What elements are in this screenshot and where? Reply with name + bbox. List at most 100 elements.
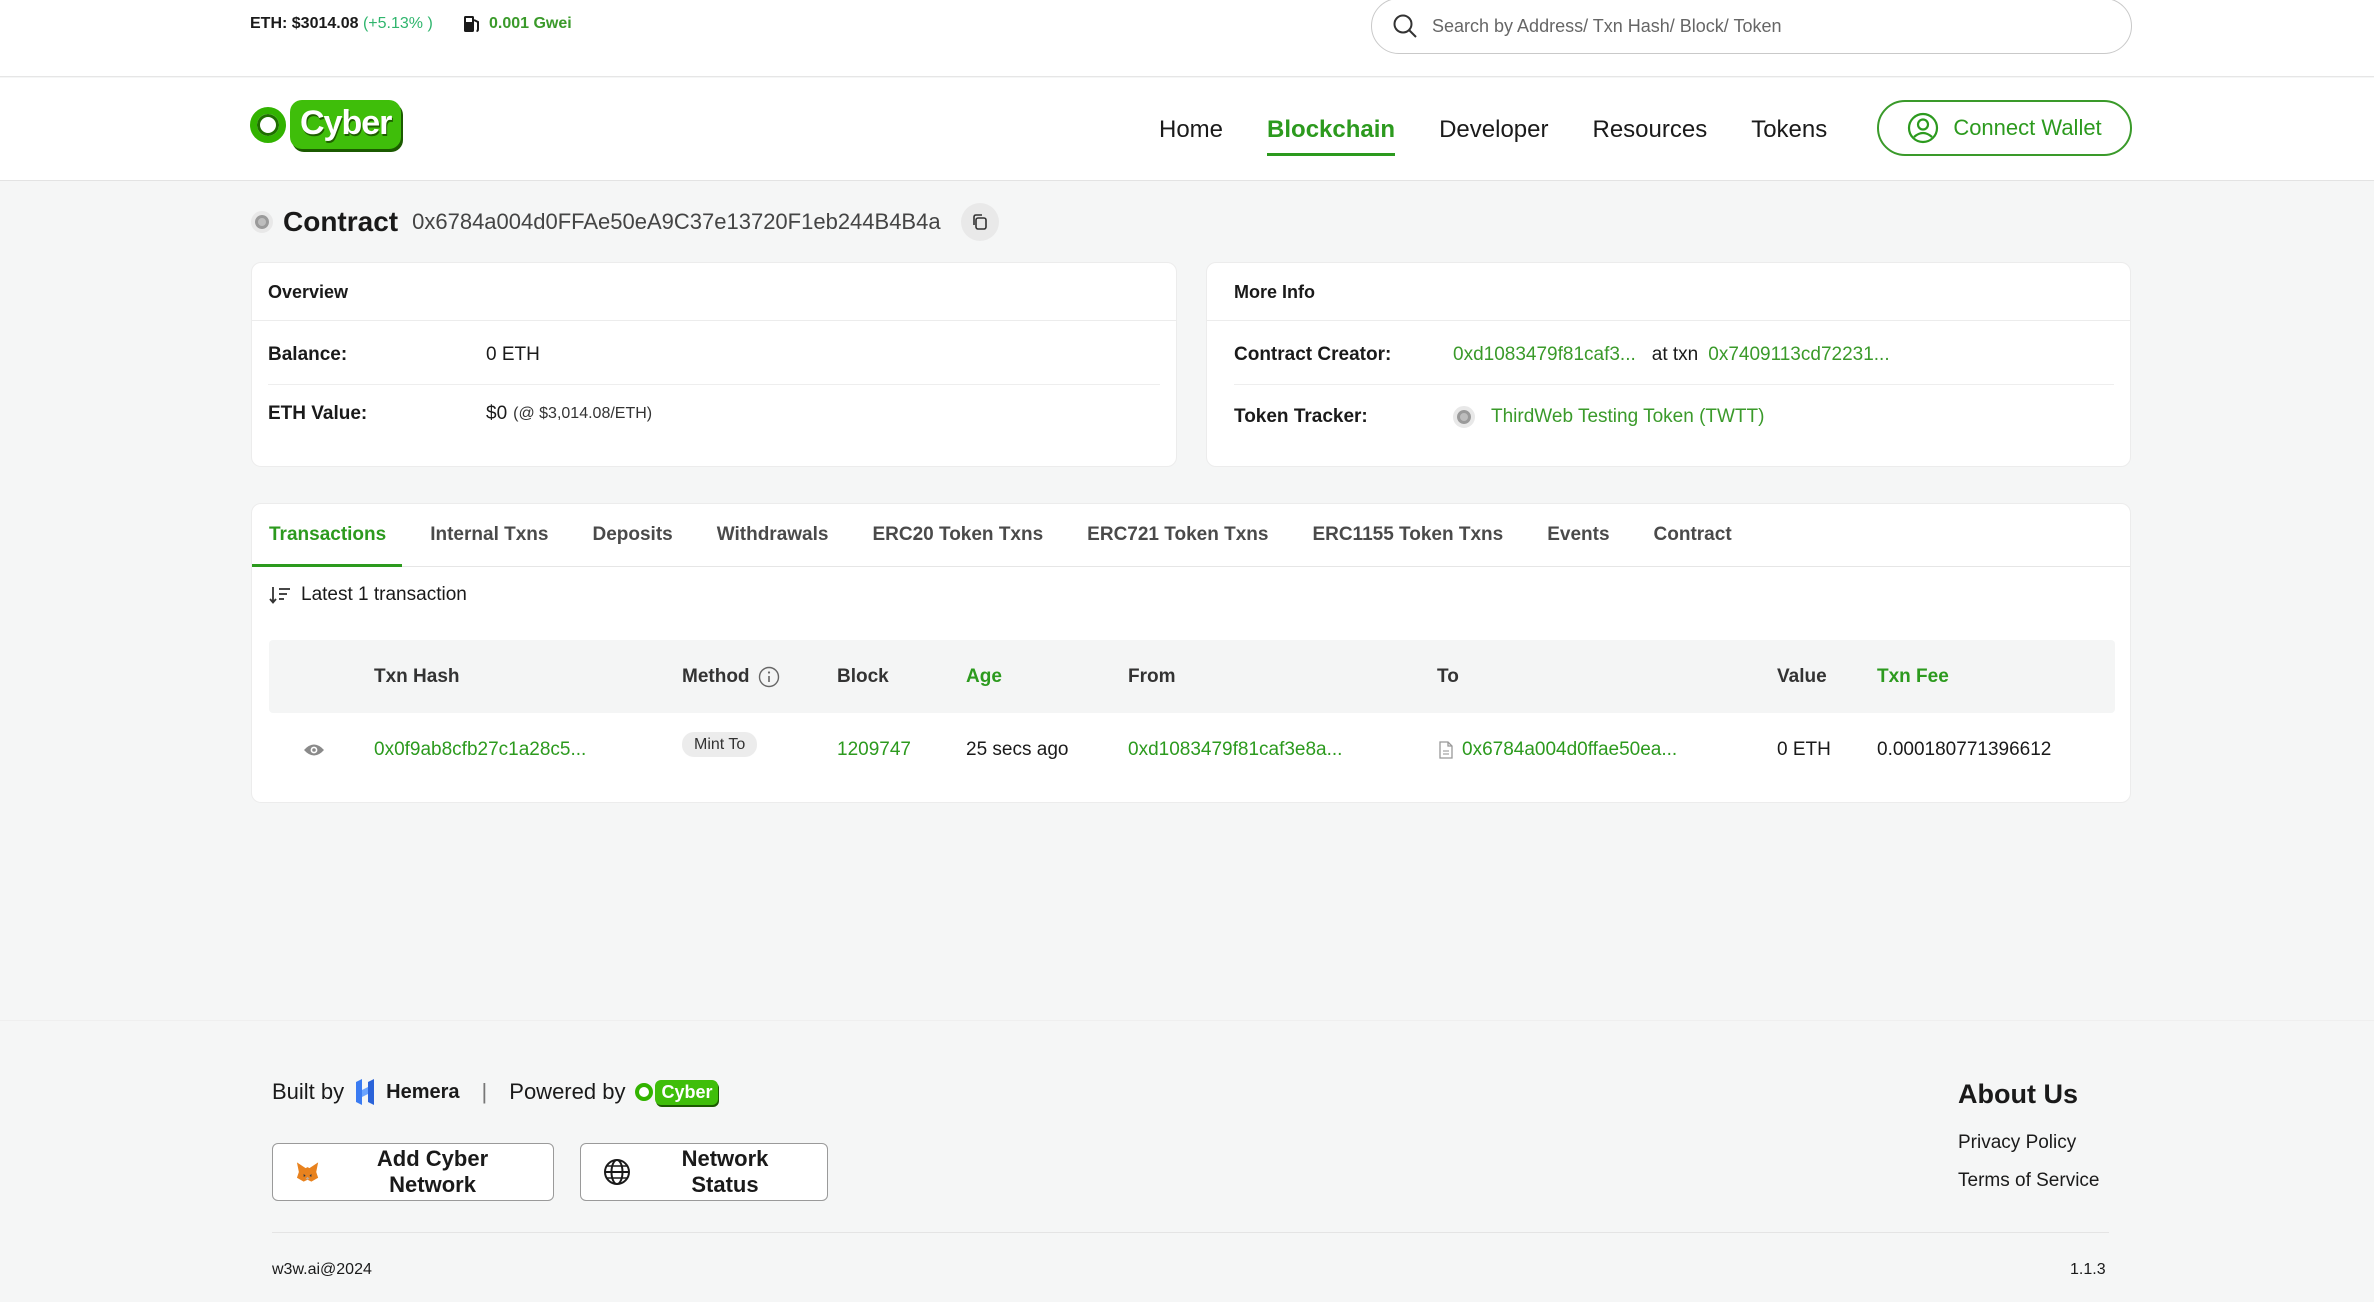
copy-address-button[interactable] xyxy=(960,203,999,241)
method-badge: Mint To xyxy=(682,732,758,757)
col-value: Value xyxy=(1777,666,1827,687)
sort-icon xyxy=(269,587,290,604)
add-cyber-network-button[interactable]: Add Cyber Network xyxy=(272,1143,554,1201)
version: 1.1.3 xyxy=(2070,1261,2106,1278)
eth-value: $0 xyxy=(486,402,508,424)
gas-value: 0.001 Gwei xyxy=(489,15,572,32)
metamask-fox-icon xyxy=(296,1162,319,1182)
footer-divider xyxy=(272,1232,2109,1233)
tab-erc20-token-txns[interactable]: ERC20 Token Txns xyxy=(872,524,1043,566)
tab-bar: Transactions Internal Txns Deposits With… xyxy=(251,504,2130,567)
table-header: Txn Hash Method Block Age From To Value … xyxy=(269,640,2115,713)
search-bar[interactable] xyxy=(1371,0,2132,54)
hemera-label[interactable]: Hemera xyxy=(386,1081,459,1104)
col-from: From xyxy=(1128,666,1176,687)
nav-resources[interactable]: Resources xyxy=(1592,110,1707,150)
col-txn-hash: Txn Hash xyxy=(374,666,460,687)
tab-contract[interactable]: Contract xyxy=(1654,524,1732,566)
connect-wallet-label: Connect Wallet xyxy=(1953,115,2102,140)
about-us-title: About Us xyxy=(1958,1079,2078,1109)
eth-price-change: (+5.13% ) xyxy=(362,15,433,32)
nav-tokens[interactable]: Tokens xyxy=(1751,110,1827,150)
col-block: Block xyxy=(837,666,889,687)
tab-erc721-token-txns[interactable]: ERC721 Token Txns xyxy=(1087,524,1268,566)
privacy-policy-link[interactable]: Privacy Policy xyxy=(1958,1132,2099,1154)
terms-of-service-link[interactable]: Terms of Service xyxy=(1958,1170,2099,1192)
tab-deposits[interactable]: Deposits xyxy=(592,524,672,566)
copy-icon xyxy=(972,214,987,230)
connect-wallet-button[interactable]: Connect Wallet xyxy=(1877,100,2132,156)
gas-price: 0.001 Gwei xyxy=(463,14,572,34)
nav-developer[interactable]: Developer xyxy=(1439,110,1548,150)
nav-blockchain[interactable]: Blockchain xyxy=(1267,110,1396,156)
from-address-link[interactable]: 0xd1083479f81caf3e8a... xyxy=(1128,739,1342,761)
contract-label: Contract xyxy=(283,206,399,237)
value-cell: 0 ETH xyxy=(1777,739,1831,760)
search-icon xyxy=(1393,14,1417,38)
main-nav: Cyber Home Blockchain Developer Resource… xyxy=(0,78,2374,181)
token-tracker-link[interactable]: ThirdWeb Testing Token (TWTT) xyxy=(1491,406,1764,428)
nav-links: Home Blockchain Developer Resources Toke… xyxy=(1159,78,1871,181)
txn-fee-cell: 0.000180771396612 xyxy=(1877,739,2052,760)
creator-txn-link[interactable]: 0x7409113cd72231... xyxy=(1708,344,1889,366)
powered-by-cyber-logo[interactable]: Cyber xyxy=(635,1079,719,1105)
overview-title: Overview xyxy=(252,263,1176,321)
token-tracker-label: Token Tracker: xyxy=(1234,406,1368,427)
balance-row: Balance: 0 ETH xyxy=(268,326,1160,384)
token-tracker-row: Token Tracker: ThirdWeb Testing Token (T… xyxy=(1234,384,2114,449)
built-by: Built by Hemera | Powered by Cyber xyxy=(272,1078,719,1106)
eth-price-value: ETH: $3014.08 xyxy=(250,15,359,32)
network-status-button[interactable]: Network Status xyxy=(580,1143,828,1201)
latest-label: Latest 1 transaction xyxy=(301,584,467,605)
copyright: w3w.ai@2024 xyxy=(272,1261,372,1278)
token-icon xyxy=(251,211,273,233)
tab-erc1155-token-txns[interactable]: ERC1155 Token Txns xyxy=(1312,524,1503,566)
contract-address: 0x6784a004d0FFAe50eA9C37e13720F1eb244B4B… xyxy=(412,209,941,234)
col-age[interactable]: Age xyxy=(966,666,1002,688)
col-method: Method xyxy=(682,666,780,688)
globe-icon xyxy=(603,1159,630,1185)
age-value: 25 secs ago xyxy=(966,739,1069,760)
about-us-section: About Us Privacy Policy Terms of Service xyxy=(1958,1079,2099,1208)
contract-file-icon xyxy=(1439,741,1453,759)
contract-heading: Contract 0x6784a004d0FFAe50eA9C37e13720F… xyxy=(251,203,999,241)
col-txn-fee[interactable]: Txn Fee xyxy=(1877,666,1949,688)
cyber-logo[interactable]: Cyber xyxy=(250,100,402,149)
top-strip: ETH: $3014.08 (+5.13% ) 0.001 Gwei xyxy=(0,0,2374,77)
info-icon[interactable] xyxy=(758,666,780,688)
user-circle-icon xyxy=(1908,112,1939,144)
eth-price: ETH: $3014.08 (+5.13% ) xyxy=(250,15,433,33)
tab-transactions[interactable]: Transactions xyxy=(251,524,403,567)
tab-withdrawals[interactable]: Withdrawals xyxy=(717,524,829,566)
more-info-title: More Info xyxy=(1207,263,2130,321)
nav-home[interactable]: Home xyxy=(1159,110,1223,150)
built-by-label: Built by xyxy=(272,1079,345,1104)
tab-events[interactable]: Events xyxy=(1547,524,1609,566)
logo-text: Cyber xyxy=(290,100,402,149)
search-input[interactable] xyxy=(1432,15,2072,37)
eth-value-label: ETH Value: xyxy=(268,402,368,424)
balance-label: Balance: xyxy=(268,344,348,365)
footer: Built by Hemera | Powered by Cyber Add C… xyxy=(0,1020,2374,1302)
contract-creator-link[interactable]: 0xd1083479f81caf3... xyxy=(1453,344,1636,366)
eth-value-note: (@ $3,014.08/ETH) xyxy=(513,404,653,422)
eth-value-row: ETH Value: $0 (@ $3,014.08/ETH) xyxy=(268,384,1160,442)
contract-creator-row: Contract Creator: 0xd1083479f81caf3... a… xyxy=(1234,326,2114,384)
add-cyber-network-label: Add Cyber Network xyxy=(376,1146,489,1197)
overview-card: Overview Balance: 0 ETH ETH Value: $0 (@… xyxy=(251,262,1177,467)
eye-icon[interactable] xyxy=(303,742,325,758)
more-info-card: More Info Contract Creator: 0xd1083479f8… xyxy=(1206,262,2131,467)
col-to: To xyxy=(1437,666,1459,687)
block-link[interactable]: 1209747 xyxy=(837,739,911,761)
at-txn-label: at txn xyxy=(1651,344,1699,365)
network-status-label: Network Status xyxy=(681,1146,769,1197)
hemera-logo-icon xyxy=(356,1079,375,1105)
table-row: 0x0f9ab8cfb27c1a28c5... Mint To 1209747 … xyxy=(269,713,2115,788)
to-address-link[interactable]: 0x6784a004d0ffae50ea... xyxy=(1462,739,1677,761)
contract-creator-label: Contract Creator: xyxy=(1234,344,1392,365)
tab-internal-txns[interactable]: Internal Txns xyxy=(430,524,548,566)
powered-by-label: Powered by xyxy=(509,1079,626,1104)
txn-hash-link[interactable]: 0x0f9ab8cfb27c1a28c5... xyxy=(374,739,586,761)
mini-logo-text: Cyber xyxy=(655,1079,719,1105)
latest-transactions: Latest 1 transaction xyxy=(269,584,467,606)
